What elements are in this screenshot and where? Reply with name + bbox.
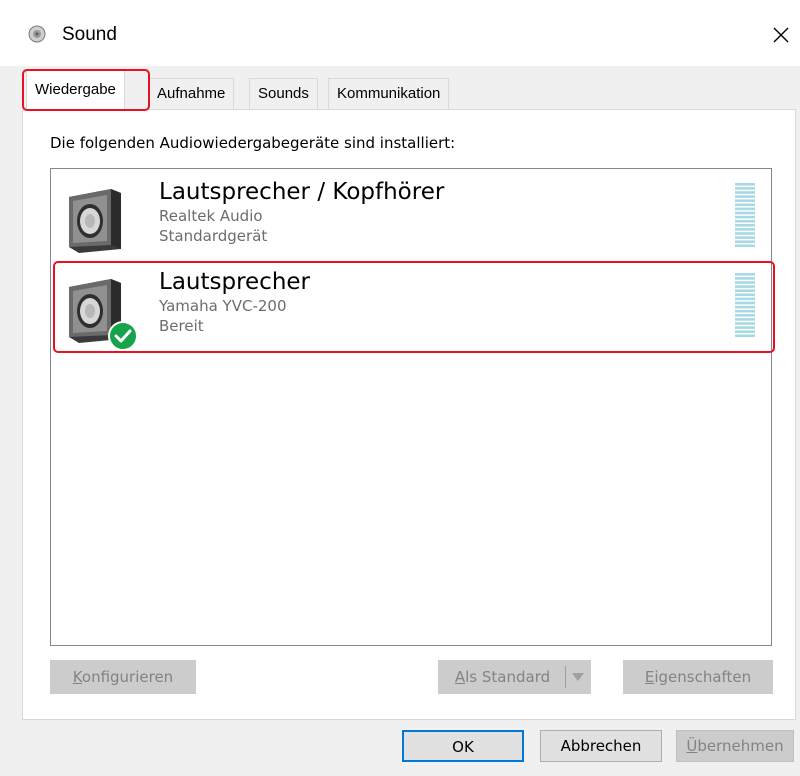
meter-segment [735,183,755,186]
speaker-icon [28,25,46,43]
chevron-down-icon[interactable] [572,673,584,681]
tab-aufnahme[interactable]: Aufnahme [148,78,235,109]
meter-segment [735,228,755,231]
volume-meter [735,273,755,338]
configure-accel: K [72,668,82,686]
device-list: Lautsprecher / Kopfhörer Realtek Audio S… [50,168,775,646]
configure-button[interactable]: Konfigurieren [50,660,196,694]
meter-segment [735,207,755,211]
tab-wiedergabe[interactable]: Wiedergabe [26,70,125,110]
device-item-yamaha[interactable]: Lautsprecher Yamaha YVC-200 Bereit [51,263,771,351]
properties-label: igenschaften [654,668,752,686]
tab-sounds[interactable]: Sounds [249,78,318,109]
meter-segment [735,314,755,317]
meter-segment [735,277,755,280]
meter-segment [735,236,755,239]
title-bar: Sound [0,0,800,66]
close-icon[interactable] [768,22,794,48]
window-title: Sound [62,24,117,45]
meter-segment [735,273,755,276]
meter-segment [735,215,755,219]
panel-heading: Die folgenden Audiowiedergabegeräte sind… [50,134,456,152]
tab-kommunikation[interactable]: Kommunikation [328,78,450,109]
meter-segment [735,191,755,194]
apply-label: bernehmen [697,737,784,755]
meter-segment [735,244,755,248]
apply-button[interactable]: Übernehmen [676,730,794,762]
device-name: Lautsprecher / Kopfhörer [159,179,445,205]
volume-meter [735,183,755,248]
meter-segment [735,289,755,292]
properties-accel: E [644,668,655,686]
meter-segment [735,219,755,223]
device-name: Lautsprecher [159,269,311,295]
meter-segment [735,297,755,301]
set-default-label: ls Standard [465,668,551,686]
meter-segment [735,211,755,215]
configure-label: onfigurieren [81,668,174,686]
meter-segment [735,301,755,305]
meter-segment [735,309,755,313]
speaker-device-icon [69,189,121,253]
meter-segment [735,326,755,329]
meter-segment [735,281,755,284]
apply-accel: Ü [686,737,698,755]
playback-panel: Die folgenden Audiowiedergabegeräte sind… [22,109,796,720]
meter-segment [735,187,755,190]
meter-segment [735,232,755,235]
meter-segment [735,322,755,325]
meter-segment [735,240,755,243]
default-device-check-icon [108,321,138,351]
device-driver: Realtek Audio [159,207,263,225]
ok-button[interactable]: OK [402,730,524,762]
properties-button[interactable]: Eigenschaften [623,660,773,694]
device-item-realtek[interactable]: Lautsprecher / Kopfhörer Realtek Audio S… [51,173,771,261]
meter-segment [735,285,755,288]
meter-segment [735,318,755,321]
device-status: Standardgerät [159,227,268,245]
meter-segment [735,293,755,297]
meter-segment [735,224,755,227]
split-divider [565,666,566,688]
device-driver: Yamaha YVC-200 [159,297,287,315]
meter-segment [735,305,755,309]
meter-segment [735,199,755,202]
meter-segment [735,195,755,198]
meter-segment [735,203,755,207]
meter-segment [735,334,755,338]
set-default-button[interactable]: Als Standard [438,660,591,694]
device-status: Bereit [159,317,204,335]
set-default-accel: A [454,668,466,686]
cancel-button[interactable]: Abbrechen [540,730,662,762]
meter-segment [735,330,755,333]
